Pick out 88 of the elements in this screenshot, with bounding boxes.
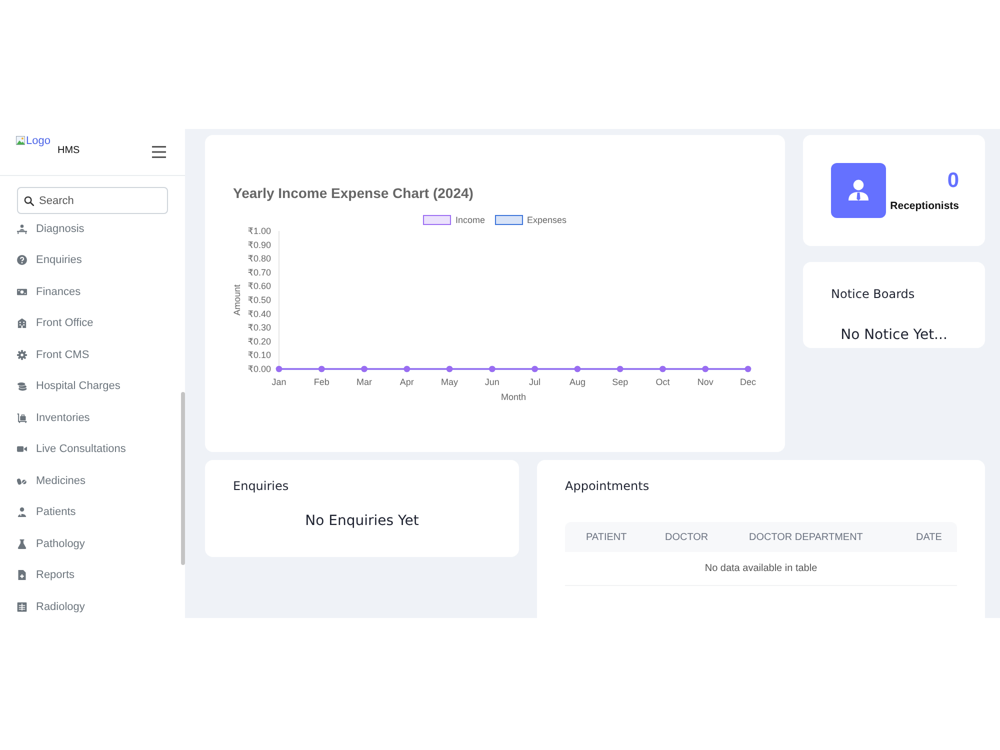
sidebar-item[interactable]: Front CMS — [17, 339, 168, 370]
xray-icon — [17, 602, 27, 612]
x-tick-label: Oct — [656, 377, 670, 387]
data-point[interactable] — [660, 366, 666, 372]
data-point[interactable] — [702, 366, 708, 372]
person-bed-icon — [17, 224, 27, 234]
empty-message: No Notice Yet... — [840, 326, 948, 344]
column-header[interactable]: DOCTOR — [644, 532, 728, 542]
card-title: Enquiries — [233, 478, 289, 494]
data-point[interactable] — [574, 366, 581, 372]
column-header[interactable]: DATE — [895, 532, 957, 542]
y-axis-title: Amount — [232, 284, 242, 316]
brand-name: HMS — [57, 145, 80, 157]
stat-count: 0 — [947, 170, 959, 192]
x-axis-title: Month — [501, 392, 526, 402]
sidebar-item[interactable]: Pathology — [17, 528, 168, 560]
banknote-icon — [17, 286, 27, 297]
y-tick-label: ₹1.00 — [248, 226, 271, 236]
sidebar-item[interactable]: Front Office — [17, 308, 168, 339]
data-point[interactable] — [744, 366, 752, 372]
x-tick-label: Feb — [314, 377, 330, 387]
legend-label[interactable]: Income — [455, 215, 485, 225]
column-header[interactable]: PATIENT — [565, 532, 644, 542]
data-point[interactable] — [532, 366, 538, 372]
menu-icon[interactable] — [152, 146, 166, 158]
y-tick-label: ₹0.50 — [248, 295, 271, 305]
coins-icon — [17, 381, 27, 392]
scrollbar-thumb[interactable] — [181, 392, 185, 565]
x-tick-label: Nov — [697, 377, 714, 387]
person-icon — [17, 507, 27, 518]
legend-swatch-icon[interactable] — [423, 215, 452, 225]
sidebar-item[interactable]: Inventories — [17, 402, 168, 434]
x-tick-label: Apr — [400, 377, 414, 387]
legend-label[interactable]: Expenses — [526, 215, 567, 225]
file-plus-icon — [17, 570, 27, 580]
broken-image-icon — [16, 136, 25, 145]
y-tick-label: ₹0.00 — [248, 364, 271, 374]
person-tie-icon — [831, 163, 886, 218]
chart-title: Yearly Income Expense Chart (2024) — [233, 185, 474, 201]
x-tick-label: Aug — [569, 377, 586, 387]
video-camera-icon — [17, 444, 27, 454]
data-point[interactable] — [617, 366, 624, 372]
sidebar-item[interactable]: Finances — [17, 276, 168, 308]
data-point[interactable] — [446, 366, 453, 372]
sidebar-item[interactable]: Hospital Charges — [17, 370, 168, 402]
sidebar-item[interactable]: Live Consultations — [17, 434, 168, 465]
cart-icon — [17, 412, 27, 423]
column-header[interactable]: DOCTOR DEPARTMENT — [728, 532, 895, 542]
y-tick-label: ₹0.10 — [248, 350, 271, 360]
y-tick-label: ₹0.40 — [248, 308, 271, 319]
stat-label: Receptionists — [890, 200, 959, 213]
building-icon — [17, 318, 27, 328]
logo-alt-text[interactable]: Logo — [26, 135, 50, 147]
flask-icon — [17, 538, 27, 549]
data-point[interactable] — [276, 366, 282, 372]
y-tick-label: ₹0.80 — [248, 254, 271, 264]
card-title: Appointments — [565, 478, 650, 494]
x-tick-label: Jul — [529, 377, 541, 387]
sidebar-item[interactable]: Diagnosis — [17, 213, 168, 244]
search-field[interactable]: Search — [17, 187, 168, 214]
settings-icon — [17, 350, 27, 360]
search-icon — [24, 196, 34, 206]
x-tick-label: Mar — [356, 377, 372, 387]
data-point[interactable] — [318, 366, 325, 372]
pills-icon — [17, 476, 27, 486]
x-tick-label: Jan — [272, 377, 286, 387]
data-point[interactable] — [404, 366, 410, 372]
empty-message: No Enquiries Yet — [305, 512, 419, 530]
y-tick-label: ₹0.30 — [248, 322, 271, 333]
sidebar-item[interactable]: Reports — [17, 560, 168, 591]
y-tick-label: ₹0.20 — [248, 336, 271, 346]
y-tick-label: ₹0.60 — [248, 281, 271, 292]
y-tick-label: ₹0.90 — [248, 240, 271, 250]
x-tick-label: Dec — [740, 377, 756, 387]
sidebar-item[interactable]: Enquiries — [17, 244, 168, 276]
x-tick-label: Sep — [612, 377, 628, 387]
data-point[interactable] — [361, 366, 368, 372]
sidebar-item[interactable]: Radiology — [17, 591, 168, 618]
sidebar-item[interactable]: Patients — [17, 496, 168, 528]
empty-table-message: No data available in table — [565, 552, 957, 586]
x-tick-label: Jun — [484, 377, 500, 387]
sidebar-item[interactable]: Medicines — [17, 465, 168, 496]
data-point[interactable] — [489, 366, 496, 372]
question-icon — [17, 255, 27, 266]
x-tick-label: May — [441, 377, 458, 387]
y-tick-label: ₹0.70 — [248, 267, 271, 278]
card-title: Notice Boards — [831, 286, 915, 302]
legend-swatch-icon[interactable] — [494, 215, 523, 225]
